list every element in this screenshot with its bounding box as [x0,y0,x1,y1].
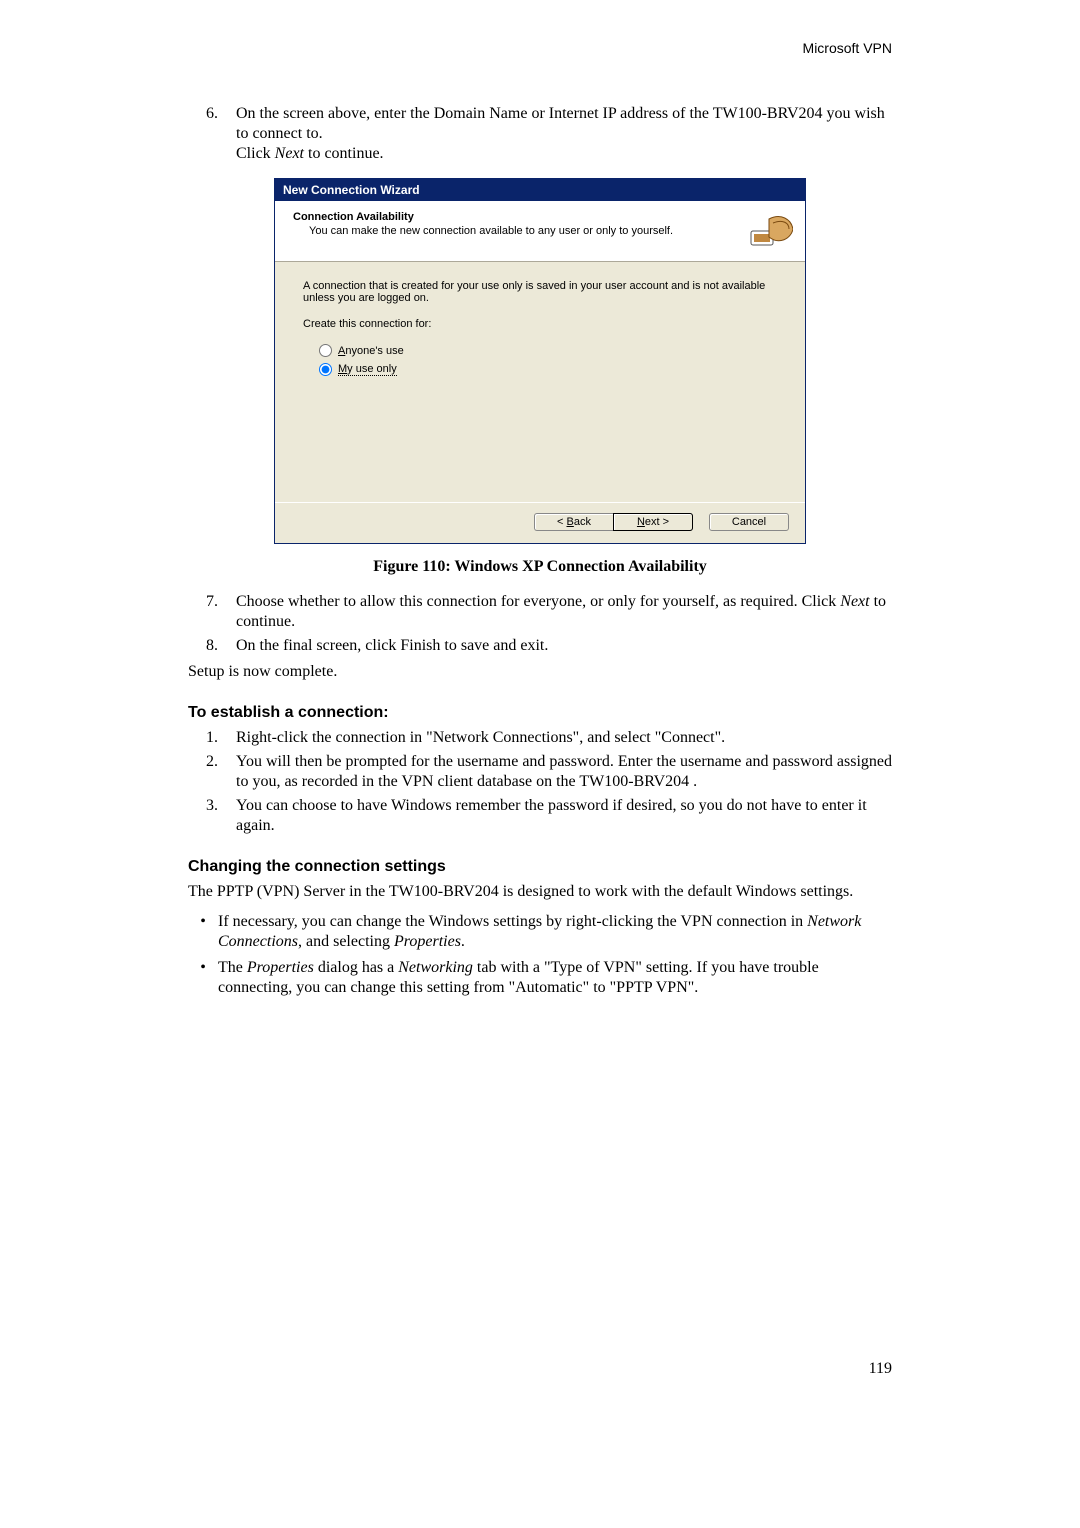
list-item: 3. You can choose to have Windows rememb… [188,796,892,836]
list-text: You can choose to have Windows remember … [236,796,892,836]
list-item: • The Properties dialog has a Networking… [188,958,892,998]
radio-input-myuse[interactable] [319,363,332,376]
list-text: Right-click the connection in "Network C… [236,728,725,748]
list-number: 1. [188,728,218,748]
setup-complete-text: Setup is now complete. [188,662,892,682]
radio-my-use-only[interactable]: My use only [319,363,777,376]
wizard-dialog: New Connection Wizard Connection Availab… [274,178,806,544]
list-text: On the screen above, enter the Domain Na… [236,104,892,164]
next-button[interactable]: Next > [613,513,693,531]
wizard-create-label: Create this connection for: [303,318,777,330]
list-item: 8. On the final screen, click Finish to … [188,636,892,656]
bullet-icon: • [188,912,218,952]
list-number: 6. [188,104,218,164]
wizard-body: A connection that is created for your us… [275,262,805,502]
radio-label-myuse: My use only [338,363,397,376]
list-text: The Properties dialog has a Networking t… [218,958,892,998]
change-paragraph: The PPTP (VPN) Server in the TW100-BRV20… [188,882,892,902]
figure-caption: Figure 110: Windows XP Connection Availa… [188,558,892,576]
radio-label-anyone: Anyone's use [338,345,404,357]
numbered-list-top: 6. On the screen above, enter the Domain… [188,104,892,164]
heading-change: Changing the connection settings [188,858,892,876]
wizard-header-subtitle: You can make the new connection availabl… [309,225,741,237]
list-text: You will then be prompted for the userna… [236,752,892,792]
wizard-button-bar: < Back Next > Cancel [275,502,805,543]
radio-input-anyone[interactable] [319,344,332,357]
list-number: 2. [188,752,218,792]
numbered-list-establish: 1. Right-click the connection in "Networ… [188,728,892,836]
list-number: 3. [188,796,218,836]
bullet-list-change: • If necessary, you can change the Windo… [188,912,892,998]
back-button[interactable]: < Back [534,513,613,531]
wizard-icon [749,211,793,251]
list-item: 7. Choose whether to allow this connecti… [188,592,892,632]
page-number: 119 [869,1360,892,1378]
wizard-titlebar: New Connection Wizard [275,179,805,201]
document-page: Microsoft VPN 6. On the screen above, en… [0,0,1080,1528]
list-item: • If necessary, you can change the Windo… [188,912,892,952]
list-number: 8. [188,636,218,656]
numbered-list-mid: 7. Choose whether to allow this connecti… [188,592,892,656]
page-header-right: Microsoft VPN [188,40,892,56]
list-item: 2. You will then be prompted for the use… [188,752,892,792]
list-text: If necessary, you can change the Windows… [218,912,892,952]
wizard-header: Connection Availability You can make the… [275,201,805,262]
radio-anyones-use[interactable]: Anyone's use [319,344,777,357]
list-text: Choose whether to allow this connection … [236,592,892,632]
wizard-body-paragraph: A connection that is created for your us… [303,280,777,304]
heading-establish: To establish a connection: [188,704,892,722]
list-item: 6. On the screen above, enter the Domain… [188,104,892,164]
bullet-icon: • [188,958,218,998]
cancel-button[interactable]: Cancel [709,513,789,531]
list-text: On the final screen, click Finish to sav… [236,636,548,656]
list-item: 1. Right-click the connection in "Networ… [188,728,892,748]
wizard-header-text: Connection Availability You can make the… [293,211,741,237]
wizard-header-title: Connection Availability [293,211,741,223]
list-number: 7. [188,592,218,632]
